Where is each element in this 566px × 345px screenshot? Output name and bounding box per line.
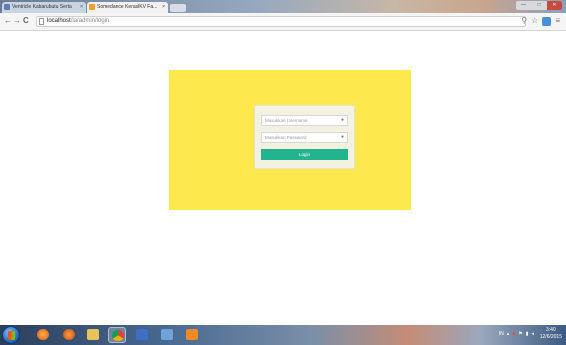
forward-button[interactable]: → bbox=[13, 16, 21, 26]
new-tab-button[interactable] bbox=[170, 4, 186, 12]
login-button[interactable]: Login bbox=[261, 149, 348, 160]
login-panel: ● ● Login bbox=[169, 70, 411, 210]
language-indicator[interactable]: IN bbox=[499, 330, 504, 339]
taskbar-sublime-icon[interactable] bbox=[183, 327, 201, 343]
reload-button[interactable]: C bbox=[23, 16, 29, 26]
back-button[interactable]: ← bbox=[4, 16, 12, 26]
page-icon bbox=[39, 18, 44, 25]
tab-close-icon[interactable]: × bbox=[162, 2, 165, 13]
browser-toolbar: ← → C localhost/la/admin/login ⚲ ☆ ≡ bbox=[0, 13, 566, 31]
tab-1[interactable]: Ventricle Kabarubutu Serta × bbox=[2, 2, 86, 13]
taskbar-app-icon[interactable] bbox=[158, 327, 176, 343]
password-field[interactable]: ● bbox=[261, 132, 348, 143]
close-window-button[interactable]: ✕ bbox=[546, 1, 562, 10]
taskbar-media-player-icon[interactable] bbox=[34, 327, 52, 343]
password-input[interactable] bbox=[265, 135, 335, 140]
user-icon: ● bbox=[340, 117, 344, 123]
address-host: localhost bbox=[47, 18, 71, 24]
tab-label: Ventricle Kabarubutu Serta bbox=[12, 4, 72, 10]
zoom-icon[interactable]: ⚲ bbox=[521, 16, 527, 26]
battery-icon[interactable]: ▮ bbox=[526, 330, 529, 339]
tab-label: Somedance KeraslKV Fa... bbox=[97, 4, 158, 10]
taskbar-firefox-icon[interactable] bbox=[60, 327, 78, 343]
volume-icon[interactable]: ◂ bbox=[531, 330, 534, 339]
tab-2-active[interactable]: Somedance KeraslKV Fa... × bbox=[87, 2, 168, 13]
username-input[interactable] bbox=[265, 118, 335, 123]
extension-icon[interactable] bbox=[542, 16, 552, 26]
bookmark-star-icon[interactable]: ☆ bbox=[531, 16, 538, 26]
browser-tabstrip: Ventricle Kabarubutu Serta × Somedance K… bbox=[0, 0, 566, 13]
lock-icon: ● bbox=[340, 134, 344, 140]
username-field[interactable]: ● bbox=[261, 115, 348, 126]
taskbar-chrome-icon[interactable] bbox=[108, 327, 126, 343]
tray-arrow-icon[interactable]: ▴ bbox=[507, 330, 510, 339]
menu-icon[interactable]: ≡ bbox=[555, 16, 560, 26]
network-icon[interactable]: ■ bbox=[512, 330, 515, 339]
tab-favicon-icon bbox=[4, 4, 10, 10]
windows-logo-icon bbox=[8, 331, 15, 340]
clock-time: 3:40 bbox=[546, 327, 556, 333]
window-controls: — □ ✕ bbox=[516, 1, 562, 10]
taskbar-explorer-icon[interactable] bbox=[84, 327, 102, 343]
flag-icon[interactable]: ⚑ bbox=[518, 330, 522, 339]
tab-close-icon[interactable]: × bbox=[80, 2, 83, 13]
address-bar[interactable]: localhost/la/admin/login bbox=[36, 16, 526, 27]
minimize-button[interactable]: — bbox=[516, 1, 531, 10]
login-form: ● ● Login bbox=[254, 105, 355, 169]
maximize-button[interactable]: □ bbox=[531, 1, 546, 10]
address-path: /la/admin/login bbox=[70, 18, 110, 24]
clock-date: 12/6/2015 bbox=[539, 334, 562, 340]
tab-favicon-icon bbox=[89, 4, 95, 10]
toolbar-icons: ⚲ ☆ ≡ bbox=[521, 16, 560, 26]
start-button[interactable] bbox=[2, 326, 20, 344]
system-tray: IN ▴ ■ ⚑ ▮ ◂ bbox=[499, 330, 534, 339]
taskbar-word-icon[interactable] bbox=[133, 327, 151, 343]
clock[interactable]: 3:40 12/6/2015 bbox=[540, 327, 562, 341]
taskbar: IN ▴ ■ ⚑ ▮ ◂ 3:40 12/6/2015 bbox=[0, 325, 566, 345]
